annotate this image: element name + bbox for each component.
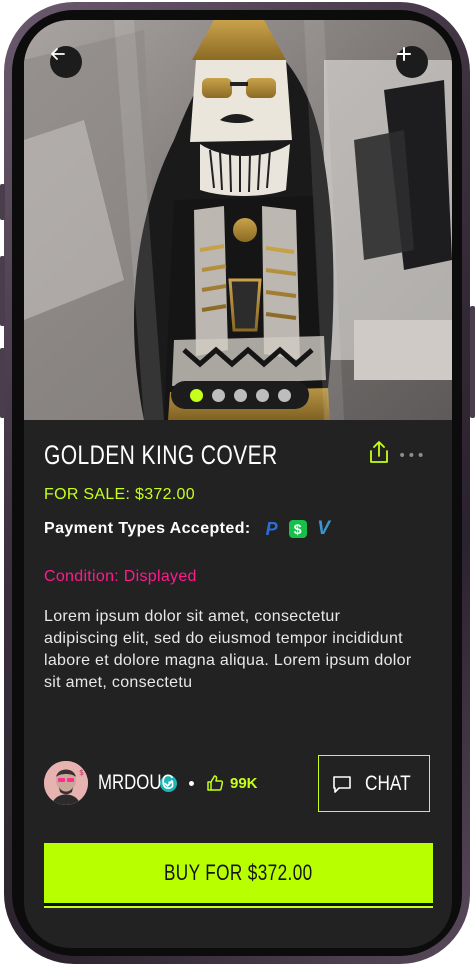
- product-title: GOLDEN KING COVER: [44, 440, 278, 470]
- phone-silent-switch: [0, 184, 5, 220]
- app-screen: GOLDEN KING COVER ••• FOR SALE: $372.00 …: [24, 20, 452, 948]
- product-photo: [24, 20, 452, 420]
- avatar[interactable]: $: [44, 761, 88, 805]
- gallery-dot[interactable]: [233, 388, 247, 402]
- product-image[interactable]: [24, 20, 452, 420]
- gallery-dot[interactable]: [189, 388, 203, 402]
- add-button[interactable]: [396, 46, 428, 78]
- condition-text: Condition: Displayed: [44, 568, 197, 585]
- payment-icons: P $ V: [263, 518, 333, 539]
- chat-button[interactable]: CHAT: [318, 755, 430, 812]
- cashapp-icon: $: [288, 520, 307, 538]
- phone-volume-down: [0, 348, 5, 418]
- product-description: Lorem ipsum dolor sit amet, consectetur …: [44, 608, 412, 691]
- venmo-icon: V: [317, 518, 330, 539]
- seller-username[interactable]: MRDOUG: [98, 771, 175, 795]
- plus-icon: [397, 47, 411, 61]
- payment-types-row: Payment Types Accepted: P $ V: [44, 518, 333, 539]
- separator-dot: [189, 780, 194, 786]
- svg-text:$: $: [79, 768, 84, 777]
- seller-info[interactable]: $ MRDOUG 99K: [44, 760, 258, 806]
- phone-volume-up: [0, 256, 5, 326]
- gallery-pagination: [171, 381, 309, 409]
- price-text: FOR SALE: $372.00: [44, 486, 195, 503]
- back-button[interactable]: [50, 46, 82, 78]
- more-options-button[interactable]: •••: [398, 448, 426, 464]
- payment-types-label: Payment Types Accepted:: [44, 520, 251, 537]
- share-button[interactable]: [368, 440, 390, 468]
- arrow-left-icon: [51, 48, 65, 60]
- gallery-dot[interactable]: [255, 388, 269, 402]
- like-button[interactable]: 99K: [206, 774, 258, 792]
- like-count: 99K: [230, 774, 258, 792]
- paypal-icon: P: [265, 518, 278, 539]
- share-icon: [370, 441, 388, 463]
- buy-button-label: BUY FOR $372.00: [164, 860, 313, 885]
- buy-button[interactable]: BUY FOR $372.00: [44, 843, 433, 906]
- thumbs-up-icon: [207, 775, 224, 791]
- gallery-dot[interactable]: [277, 388, 291, 402]
- chat-button-label: CHAT: [365, 771, 411, 795]
- gallery-dot[interactable]: [211, 388, 225, 402]
- ellipsis-icon: •••: [398, 448, 426, 464]
- chat-bubble-icon: [333, 775, 351, 793]
- avatar-image: $: [44, 761, 88, 805]
- phone-power-button: [470, 306, 475, 418]
